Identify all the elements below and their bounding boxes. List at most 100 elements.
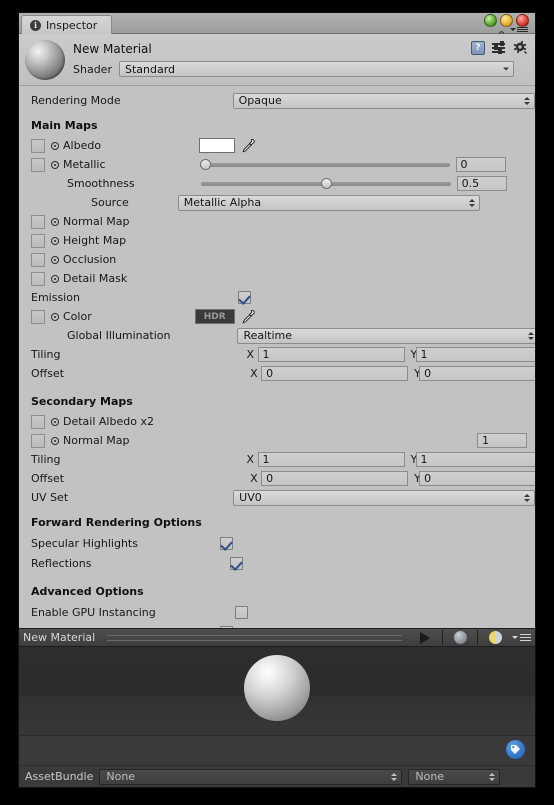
gpu-instancing-checkbox[interactable] [234, 605, 248, 619]
secondary-tiling-y-input[interactable]: 1 [415, 452, 535, 467]
height-map-texture-slot[interactable] [31, 233, 45, 248]
preview-resize-handle[interactable] [107, 634, 402, 641]
eyedropper-icon[interactable] [241, 138, 255, 153]
specular-highlights-checkbox[interactable] [219, 536, 233, 550]
reflections-label: Reflections [31, 556, 92, 570]
row-detail-mask: Detail Mask [19, 269, 535, 288]
secondary-normal-texture-slot[interactable] [31, 433, 45, 448]
chevron-updown-icon [523, 96, 530, 105]
detail-mask-texture-slot[interactable] [31, 271, 45, 286]
tab-bar: i Inspector [19, 13, 535, 40]
asset-bundle-variant-dropdown[interactable]: None [408, 768, 501, 785]
detail-albedo-toggle-icon[interactable] [51, 417, 59, 426]
tab-inspector[interactable]: i Inspector [21, 15, 113, 34]
shader-dropdown[interactable]: Standard [118, 61, 514, 77]
preview-toolbar[interactable]: New Material [19, 628, 535, 647]
height-map-toggle-icon[interactable] [51, 236, 59, 245]
occlusion-texture-slot[interactable] [31, 252, 45, 267]
asset-bundle-label: AssetBundle [25, 770, 94, 783]
rendering-mode-dropdown[interactable]: Opaque [232, 92, 535, 109]
lighting-toggle-icon[interactable] [484, 629, 506, 646]
shader-value: Standard [124, 62, 176, 76]
metallic-value-input[interactable]: 0 [455, 157, 506, 172]
tab-tools [497, 25, 528, 40]
section-secondary-maps: Secondary Maps [31, 395, 133, 408]
secondary-normal-scale-input[interactable]: 1 [477, 433, 527, 448]
normal-map-texture-slot[interactable] [31, 214, 45, 229]
lock-icon[interactable] [497, 25, 506, 40]
row-normal-map: Normal Map [19, 212, 535, 231]
sphere-preview-icon[interactable] [449, 629, 471, 646]
albedo-texture-slot[interactable] [31, 138, 45, 153]
emission-color-toggle-icon[interactable] [51, 312, 59, 321]
row-secondary-offset: Offset X 0 Y 0 [19, 469, 535, 488]
emission-color-field[interactable]: HDR [194, 309, 235, 324]
minimize-light-icon[interactable] [484, 14, 497, 27]
smoothness-slider[interactable] [200, 176, 451, 191]
row-double-sided-gi: Double Sided Global Illumination [19, 622, 535, 628]
secondary-offset-y-input[interactable]: 0 [419, 471, 535, 486]
uv-set-value: UV0 [239, 491, 262, 504]
albedo-color-field[interactable] [199, 138, 236, 153]
uv-set-label: UV Set [31, 491, 69, 504]
row-albedo: Albedo [19, 136, 535, 155]
row-emission: Emission [19, 288, 535, 307]
reflections-checkbox[interactable] [230, 556, 244, 570]
albedo-toggle-icon[interactable] [51, 141, 59, 150]
help-book-icon[interactable]: ? [471, 40, 485, 55]
smoothness-slider-knob[interactable] [320, 178, 332, 189]
double-sided-gi-checkbox[interactable] [220, 625, 234, 628]
emission-checkbox[interactable] [237, 291, 251, 304]
gear-icon[interactable] [513, 40, 528, 55]
height-map-label: Height Map [63, 234, 127, 247]
secondary-tiling-label: Tiling [31, 453, 61, 466]
tiling-x-label: X [246, 348, 255, 361]
inspector-window: i Inspector New Material Shader Standard… [18, 12, 536, 788]
source-dropdown[interactable]: Metallic Alpha [177, 194, 480, 211]
eyedropper-icon[interactable] [241, 309, 255, 324]
asset-bundle-name-value: None [106, 770, 136, 783]
main-offset-x-input[interactable]: 0 [261, 366, 409, 381]
play-icon[interactable] [414, 629, 436, 646]
preview-panel: New Material AssetBundle None None [19, 628, 535, 787]
preview-stage[interactable] [19, 647, 535, 735]
gpu-instancing-label: Enable GPU Instancing [31, 605, 156, 619]
preview-menu-icon[interactable] [512, 634, 531, 641]
main-offset-y-input[interactable]: 0 [419, 366, 535, 381]
chevron-updown-icon [489, 772, 496, 781]
normal-map-toggle-icon[interactable] [51, 217, 59, 226]
secondary-normal-toggle-icon[interactable] [51, 436, 59, 445]
main-tiling-x-input[interactable]: 1 [257, 347, 405, 362]
preview-title: New Material [23, 631, 96, 644]
secondary-offset-x-input[interactable]: 0 [261, 471, 409, 486]
row-reflections: Reflections [19, 553, 535, 573]
row-gpu-instancing: Enable GPU Instancing [19, 602, 535, 622]
row-main-offset: Offset X 0 Y 0 [19, 364, 535, 383]
section-advanced-options: Advanced Options [31, 585, 144, 598]
detail-albedo-texture-slot[interactable] [31, 414, 45, 429]
metallic-texture-slot[interactable] [31, 157, 45, 172]
preset-sliders-icon[interactable] [492, 41, 506, 54]
uv-set-dropdown[interactable]: UV0 [233, 489, 535, 506]
smoothness-value-input[interactable]: 0.5 [456, 176, 507, 191]
main-tiling-y-input[interactable]: 1 [415, 347, 535, 362]
hamburger-menu-icon[interactable] [510, 27, 528, 32]
material-thumbnail-icon [25, 40, 65, 80]
metallic-toggle-icon[interactable] [51, 160, 59, 169]
emission-texture-slot[interactable] [31, 309, 45, 324]
rendering-mode-value: Opaque [238, 94, 282, 107]
asset-label-tag-icon[interactable] [506, 740, 525, 759]
metallic-slider[interactable] [199, 157, 450, 172]
object-header: New Material Shader Standard ? [19, 34, 535, 86]
metallic-slider-knob[interactable] [199, 159, 211, 170]
emission-label: Emission [31, 291, 80, 304]
row-uv-set: UV Set UV0 [19, 488, 535, 507]
row-secondary-normal-map: Normal Map 1 [19, 431, 535, 450]
asset-bundle-name-dropdown[interactable]: None [99, 768, 403, 785]
secondary-tiling-x-input[interactable]: 1 [257, 452, 405, 467]
detail-mask-toggle-icon[interactable] [51, 274, 59, 283]
asset-bundle-variant-value: None [415, 770, 445, 783]
global-illumination-dropdown[interactable]: Realtime [237, 327, 535, 344]
occlusion-toggle-icon[interactable] [51, 255, 59, 264]
specular-highlights-label: Specular Highlights [31, 536, 138, 550]
